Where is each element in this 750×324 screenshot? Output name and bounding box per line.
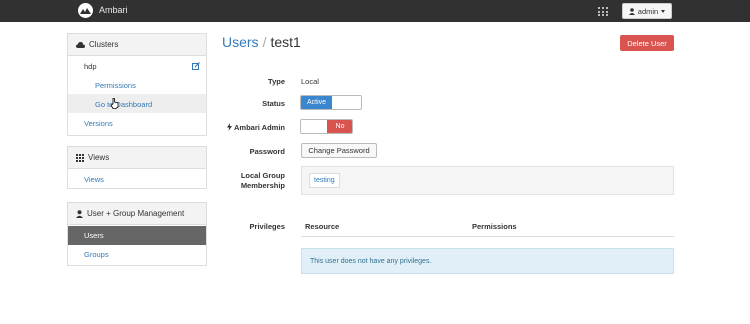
top-navbar: Ambari admin — [0, 0, 750, 22]
status-active-segment: Active — [301, 96, 332, 109]
breadcrumb-separator: / — [262, 34, 267, 50]
no-privileges-alert: This user does not have any privileges. — [301, 248, 674, 274]
group-tag-testing[interactable]: testing — [309, 173, 340, 188]
user-group-heading-text: User + Group Management — [87, 209, 185, 218]
permissions-column-header: Permissions — [472, 222, 517, 231]
sidebar-item-versions[interactable]: Versions — [84, 119, 113, 128]
sidebar-item-groups[interactable]: Groups — [84, 250, 109, 259]
user-menu-label: admin — [637, 6, 659, 16]
chevron-down-icon — [661, 9, 666, 13]
views-panel-heading: Views — [68, 147, 206, 169]
ambari-logo-icon[interactable] — [78, 3, 93, 18]
views-grid-icon[interactable] — [598, 7, 608, 16]
user-group-panel-heading: User + Group Management — [68, 203, 206, 225]
delete-user-button[interactable]: Delete User — [620, 35, 674, 51]
local-group-label-line1: Local Group — [240, 171, 285, 180]
password-label: Password — [249, 147, 285, 156]
ambari-admin-toggle[interactable]: No — [300, 119, 353, 134]
local-group-label-line2: Membership — [240, 181, 285, 190]
views-heading-text: Views — [88, 153, 110, 162]
table-header-divider — [301, 236, 674, 237]
group-membership-box[interactable]: testing — [301, 166, 674, 195]
admin-no-segment: No — [327, 120, 352, 133]
user-menu-button[interactable]: admin — [622, 3, 672, 19]
user-icon — [76, 209, 83, 218]
privileges-label: Privileges — [249, 222, 285, 231]
breadcrumb-current: test1 — [270, 34, 301, 50]
breadcrumb-users-link[interactable]: Users — [222, 34, 259, 50]
type-value: Local — [301, 77, 319, 86]
mouse-pointer-icon — [110, 98, 119, 109]
clusters-panel: Clusters hdp Permissions Go to Dashboard… — [67, 33, 207, 136]
status-label: Status — [262, 99, 285, 108]
change-password-button[interactable]: Change Password — [301, 143, 377, 158]
grid-icon — [76, 153, 84, 162]
sidebar-item-views[interactable]: Views — [84, 175, 104, 184]
cluster-name[interactable]: hdp — [84, 62, 97, 71]
ambari-admin-label: Ambari Admin — [234, 123, 285, 132]
clusters-panel-heading: Clusters — [68, 34, 206, 56]
brand-name[interactable]: Ambari — [99, 5, 128, 15]
user-group-panel: User + Group Management Users Groups — [67, 202, 207, 266]
views-panel: Views Views — [67, 146, 207, 189]
sidebar-item-users-label: Users — [84, 231, 104, 240]
sidebar-item-go-to-dashboard[interactable]: Go to Dashboard — [95, 100, 152, 109]
type-label: Type — [268, 77, 285, 86]
sidebar-item-permissions[interactable]: Permissions — [95, 81, 136, 90]
status-toggle[interactable]: Active — [300, 95, 362, 110]
cloud-icon — [76, 41, 85, 48]
edit-icon[interactable] — [192, 62, 200, 70]
clusters-heading-text: Clusters — [89, 40, 119, 49]
resource-column-header: Resource — [305, 222, 340, 231]
user-icon — [628, 7, 635, 15]
page-title: Users / test1 — [222, 34, 301, 50]
sidebar-item-users[interactable]: Users — [68, 226, 206, 245]
